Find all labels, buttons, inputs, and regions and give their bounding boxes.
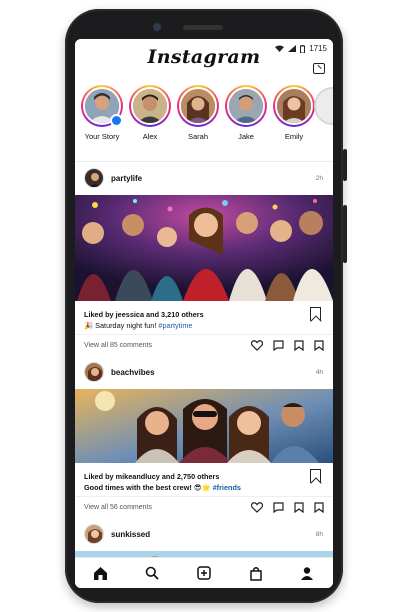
post-actions: Liked by jeessica and 3,210 others 🎉 Sat… (75, 301, 333, 335)
power-button (343, 149, 347, 181)
avatar[interactable] (84, 168, 104, 188)
hashtag-link[interactable]: #partytime (158, 321, 192, 330)
post-caption: 🎉 Saturday night fun! #partytime (84, 321, 192, 330)
direct-message-icon[interactable] (313, 63, 325, 74)
story-sarah[interactable]: Sarah (177, 85, 219, 141)
post-header: sunkissed 8h (75, 519, 333, 551)
save-icon[interactable] (294, 340, 304, 351)
likes-text[interactable]: Liked by jeessica and 3,210 others (84, 310, 204, 319)
save-icon[interactable] (294, 502, 304, 513)
post-header: partylife 2h (75, 163, 333, 195)
post-actions: Liked by mikeandlucy and 2,750 others Go… (75, 463, 333, 497)
story-alex[interactable]: Alex (129, 85, 171, 141)
shopping-bag-icon[interactable] (244, 561, 268, 585)
post-caption: Good times with the best crew! 😎🌟 #frien… (84, 483, 241, 492)
story-emily[interactable]: Emily (273, 85, 315, 141)
search-icon[interactable] (140, 561, 164, 585)
bottom-nav (75, 557, 333, 588)
avatar[interactable] (84, 524, 104, 544)
bookmark-icon[interactable] (310, 469, 321, 483)
add-post-icon[interactable] (192, 561, 216, 585)
heart-icon[interactable] (251, 502, 263, 513)
post-header: beachvibes 4h (75, 357, 333, 389)
avatar (227, 87, 265, 125)
story-label: Jake (238, 132, 254, 141)
story-your-story[interactable]: Your Story (81, 85, 123, 141)
post-icon-row (251, 502, 324, 513)
bookmark-icon[interactable] (314, 502, 324, 513)
post-username[interactable]: sunkissed (111, 530, 150, 539)
story-jake[interactable]: Jake (225, 85, 267, 141)
add-story-icon[interactable] (110, 114, 123, 127)
story-next-placeholder[interactable] (314, 87, 333, 125)
comment-icon[interactable] (273, 340, 284, 351)
bookmark-icon[interactable] (310, 307, 321, 321)
story-label: Sarah (187, 132, 208, 141)
home-icon[interactable] (89, 561, 113, 585)
post-time: 8h (315, 531, 323, 538)
signal-icon (288, 45, 297, 52)
speaker-grille (183, 25, 223, 30)
caption-text: Good times with the best crew! 😎🌟 (84, 483, 213, 492)
status-bar: 1715 (275, 44, 327, 53)
post-icon-row (251, 340, 324, 351)
story-label: Emily (284, 132, 304, 141)
bookmark-icon[interactable] (314, 340, 324, 351)
screen: Instagram 1715 Your Story Alex Sarah Jak… (75, 39, 333, 588)
feed: partylife 2h Liked by jeessica and 3,210… (75, 163, 333, 588)
post-username[interactable]: beachvibes (111, 368, 155, 377)
post-username[interactable]: partylife (111, 174, 142, 183)
avatar (275, 87, 313, 125)
post-photo[interactable] (75, 389, 333, 463)
view-comments-link[interactable]: View all 85 comments (84, 342, 152, 349)
avatar (131, 87, 169, 125)
comments-row: View all 85 comments (75, 335, 333, 357)
view-comments-link[interactable]: View all 56 comments (84, 504, 152, 511)
story-label: Your Story (84, 132, 120, 141)
app-header: Instagram 1715 (75, 39, 333, 79)
comment-icon[interactable] (273, 502, 284, 513)
heart-icon[interactable] (251, 340, 263, 351)
wifi-icon (275, 45, 285, 52)
hashtag-link[interactable]: #friends (213, 483, 241, 492)
post-photo[interactable] (75, 195, 333, 301)
phone-frame: Instagram 1715 Your Story Alex Sarah Jak… (65, 9, 347, 603)
caption-text: 🎉 Saturday night fun! (84, 321, 159, 330)
avatar (179, 87, 217, 125)
front-camera (153, 23, 161, 31)
story-label: Alex (142, 132, 158, 141)
post-time: 4h (315, 369, 323, 376)
profile-icon[interactable] (295, 561, 319, 585)
stories-bar: Your Story Alex Sarah Jake Emily (75, 80, 333, 162)
battery-icon (300, 44, 306, 53)
volume-button (343, 205, 347, 263)
avatar[interactable] (84, 362, 104, 382)
battery-level: 1715 (309, 44, 327, 53)
likes-text[interactable]: Liked by mikeandlucy and 2,750 others (84, 472, 219, 481)
comments-row: View all 56 comments (75, 497, 333, 519)
post-time: 2h (315, 175, 323, 182)
